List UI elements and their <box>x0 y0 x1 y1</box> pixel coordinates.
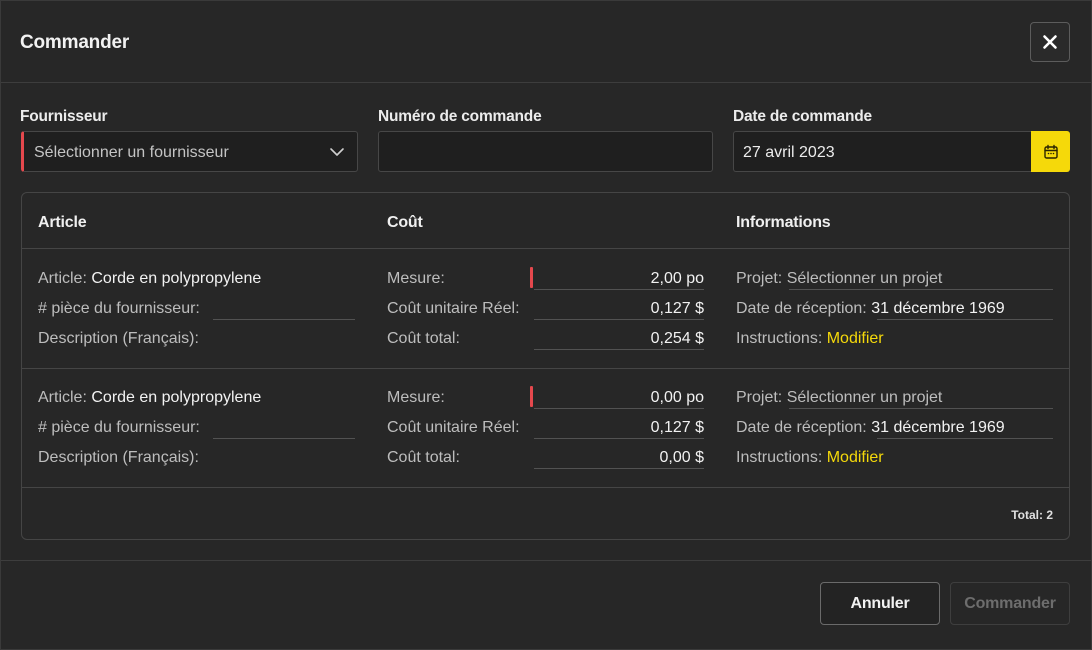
project-field: Projet: Sélectionner un projet <box>736 389 942 407</box>
order-number-input[interactable] <box>378 131 713 172</box>
total-count: Total: 2 <box>1011 508 1053 522</box>
order-number-label: Numéro de commande <box>378 108 542 125</box>
project-underline <box>789 408 1053 409</box>
supplier-part-label: # pièce du fournisseur: <box>38 300 200 317</box>
measure-underline <box>534 408 704 409</box>
required-marker <box>530 386 533 407</box>
article-value: Corde en polypropylene <box>91 389 262 406</box>
supplier-part-input[interactable] <box>213 438 355 439</box>
calendar-icon <box>1043 144 1058 159</box>
reception-date-input[interactable]: 31 décembre 1969 <box>871 419 1004 436</box>
order-dialog: Commander Fournisseur Numéro de commande… <box>0 0 1092 650</box>
dialog-header: Commander <box>1 1 1091 83</box>
measure-label: Mesure: <box>387 270 445 287</box>
close-button[interactable] <box>1030 22 1070 62</box>
dialog-title: Commander <box>20 32 130 53</box>
reception-date-underline <box>877 438 1053 439</box>
reception-date-label: Date de réception: <box>736 300 867 317</box>
required-marker <box>530 267 533 288</box>
total-cost-value: 0,00 $ <box>659 449 704 466</box>
unit-cost-underline <box>534 319 704 320</box>
reception-date-input[interactable]: 31 décembre 1969 <box>871 300 1004 317</box>
order-date-value: 27 avril 2023 <box>743 144 835 161</box>
footer-divider <box>1 560 1091 561</box>
total-cost-label: Coût total: <box>387 449 460 466</box>
edit-instructions-link[interactable]: Modifier <box>827 449 884 466</box>
project-underline <box>789 289 1053 290</box>
article-label: Article: <box>38 270 87 287</box>
row-divider <box>22 368 1069 369</box>
cancel-button[interactable]: Annuler <box>820 582 940 625</box>
description-label: Description (Français): <box>38 330 199 347</box>
project-label: Projet: <box>736 270 783 287</box>
order-date-label: Date de commande <box>733 108 872 125</box>
order-date-input[interactable]: 27 avril 2023 <box>733 131 1032 172</box>
article-cell: Article: Corde en polypropylene <box>38 389 261 407</box>
supplier-part-input[interactable] <box>213 319 355 320</box>
reception-date-label: Date de réception: <box>736 419 867 436</box>
project-label: Projet: <box>736 389 783 406</box>
measure-input[interactable]: 2,00 po <box>534 270 704 288</box>
reception-date-field: Date de réception: 31 décembre 1969 <box>736 300 1005 318</box>
submit-order-button[interactable]: Commander <box>950 582 1070 625</box>
column-header-article: Article <box>38 214 87 231</box>
measure-input[interactable]: 0,00 po <box>534 389 704 407</box>
article-value: Corde en polypropylene <box>91 270 262 287</box>
column-header-cost: Coût <box>387 214 423 231</box>
supplier-select-placeholder: Sélectionner un fournisseur <box>34 144 229 161</box>
unit-cost-label: Coût unitaire Réel: <box>387 300 520 317</box>
instructions-label: Instructions: <box>736 449 823 466</box>
close-icon <box>1043 35 1057 49</box>
project-select[interactable]: Sélectionner un projet <box>787 389 943 406</box>
unit-cost-underline <box>534 438 704 439</box>
unit-cost-input[interactable]: 0,127 $ <box>534 419 704 437</box>
edit-instructions-link[interactable]: Modifier <box>827 330 884 347</box>
order-items-table: Article Coût Informations Article: Corde… <box>21 192 1070 540</box>
measure-underline <box>534 289 704 290</box>
description-label: Description (Français): <box>38 449 199 466</box>
instructions-field: Instructions: Modifier <box>736 330 884 348</box>
total-cost-underline <box>534 468 704 469</box>
unit-cost-label: Coût unitaire Réel: <box>387 419 520 436</box>
instructions-field: Instructions: Modifier <box>736 449 884 467</box>
supplier-part-label: # pièce du fournisseur: <box>38 419 200 436</box>
total-cost-underline <box>534 349 704 350</box>
total-cost-value: 0,254 $ <box>650 330 704 347</box>
measure-label: Mesure: <box>387 389 445 406</box>
reception-date-field: Date de réception: 31 décembre 1969 <box>736 419 1005 437</box>
header-divider <box>22 248 1069 249</box>
project-field: Projet: Sélectionner un projet <box>736 270 942 288</box>
article-cell: Article: Corde en polypropylene <box>38 270 261 288</box>
supplier-label: Fournisseur <box>20 108 108 125</box>
reception-date-underline <box>877 319 1053 320</box>
row-divider <box>22 487 1069 488</box>
instructions-label: Instructions: <box>736 330 823 347</box>
article-label: Article: <box>38 389 87 406</box>
supplier-select[interactable]: Sélectionner un fournisseur <box>21 131 358 172</box>
chevron-down-icon <box>330 148 344 156</box>
calendar-button[interactable] <box>1031 131 1070 172</box>
total-cost-label: Coût total: <box>387 330 460 347</box>
unit-cost-input[interactable]: 0,127 $ <box>534 300 704 318</box>
column-header-information: Informations <box>736 214 831 231</box>
project-select[interactable]: Sélectionner un projet <box>787 270 943 287</box>
